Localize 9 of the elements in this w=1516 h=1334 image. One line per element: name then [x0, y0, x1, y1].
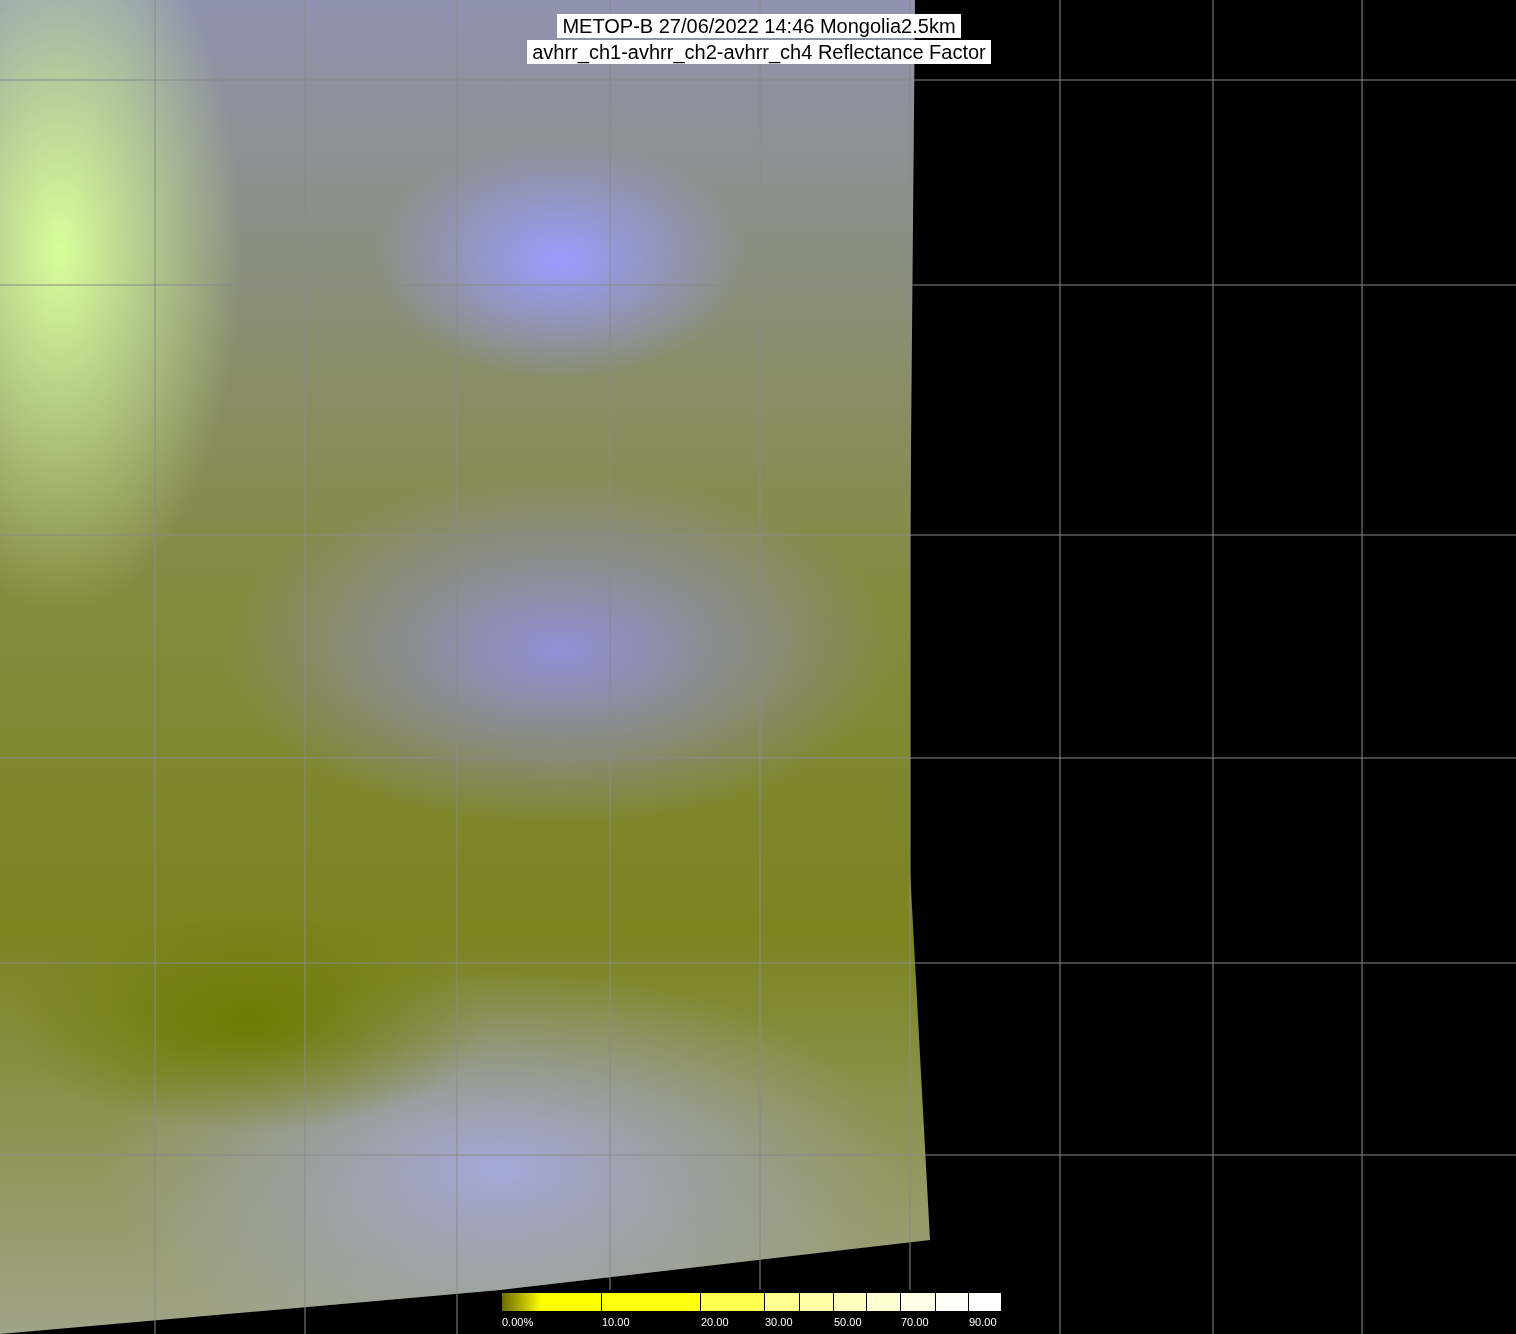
- scale-label: 70.00: [901, 1316, 929, 1328]
- map-title: avhrr_ch1-avhrr_ch2-avhrr_ch4 Reflectance Factor: [527, 40, 991, 64]
- scale-label: 90.00: [969, 1316, 997, 1328]
- scale-label: 10.00: [602, 1316, 630, 1328]
- scale-label: 30.00: [765, 1316, 793, 1328]
- map-title: METOP-B 27/06/2022 14:46 Mongolia2.5km: [557, 14, 961, 38]
- scale-label: 50.00: [834, 1316, 862, 1328]
- scale-label: 0.00%: [502, 1316, 534, 1328]
- scale-label: 20.00: [701, 1316, 729, 1328]
